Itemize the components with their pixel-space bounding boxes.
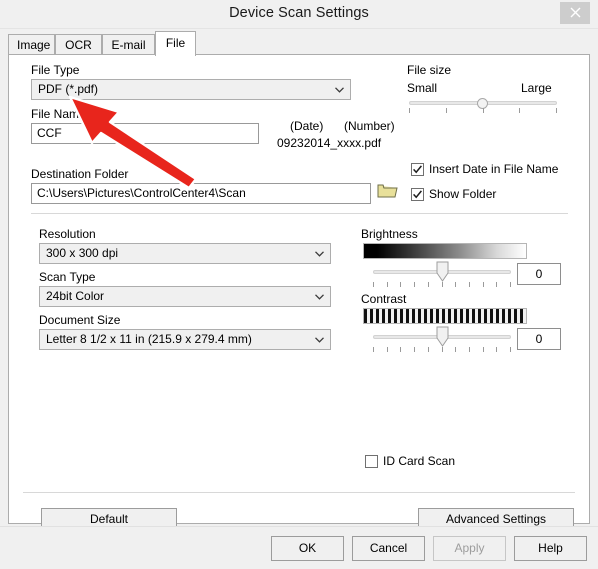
chevron-down-icon bbox=[315, 244, 324, 263]
slider-tick bbox=[556, 108, 557, 113]
close-glyph bbox=[570, 7, 580, 18]
file-type-combo[interactable]: PDF (*.pdf) bbox=[31, 79, 351, 100]
slider-tick bbox=[455, 347, 456, 352]
show-folder-label: Show Folder bbox=[429, 187, 497, 201]
slider-tick bbox=[428, 347, 429, 352]
slider-tick bbox=[428, 282, 429, 287]
slider-tick bbox=[387, 347, 388, 352]
slider-tick bbox=[510, 282, 511, 287]
checkbox-box bbox=[411, 162, 424, 176]
folder-icon[interactable] bbox=[377, 181, 398, 203]
settings-panel: File Type PDF (*.pdf) File Name CCF (Dat… bbox=[8, 54, 590, 531]
slider-tick bbox=[387, 282, 388, 287]
insert-date-label: Insert Date in File Name bbox=[429, 162, 559, 176]
resolution-value: 300 x 300 dpi bbox=[46, 246, 119, 260]
show-folder-checkbox[interactable]: Show Folder bbox=[411, 187, 496, 201]
tab-email[interactable]: E-mail bbox=[102, 34, 155, 55]
slider-tick bbox=[496, 347, 497, 352]
file-size-label: File size bbox=[407, 63, 452, 77]
scan-type-value: 24bit Color bbox=[46, 289, 105, 303]
number-token-label: (Number) bbox=[344, 119, 395, 133]
check-icon bbox=[413, 189, 422, 198]
device-scan-settings-window: Device Scan Settings Image OCR E-mail Fi… bbox=[0, 0, 598, 569]
slider-thumb-glyph bbox=[436, 326, 449, 347]
file-name-input[interactable]: CCF bbox=[31, 123, 259, 144]
insert-date-checkbox[interactable]: Insert Date in File Name bbox=[411, 162, 558, 176]
brightness-slider-thumb[interactable] bbox=[436, 261, 449, 282]
destination-folder-label: Destination Folder bbox=[31, 167, 129, 181]
slider-tick bbox=[373, 282, 374, 287]
section-divider-top bbox=[31, 213, 568, 214]
brightness-label: Brightness bbox=[361, 227, 418, 241]
cancel-button[interactable]: Cancel bbox=[352, 536, 425, 561]
slider-tick bbox=[400, 282, 401, 287]
slider-tick bbox=[455, 282, 456, 287]
contrast-label: Contrast bbox=[361, 292, 407, 306]
file-type-value: PDF (*.pdf) bbox=[38, 82, 99, 96]
slider-tick bbox=[414, 347, 415, 352]
resolution-combo[interactable]: 300 x 300 dpi bbox=[39, 243, 331, 264]
slider-tick bbox=[510, 347, 511, 352]
resolution-label: Resolution bbox=[39, 227, 96, 241]
sample-filename: 09232014_xxxx.pdf bbox=[277, 136, 382, 150]
help-button[interactable]: Help bbox=[514, 536, 587, 561]
window-titlebar: Device Scan Settings bbox=[0, 0, 598, 29]
destination-folder-input[interactable]: C:\Users\Pictures\ControlCenter4\Scan bbox=[31, 183, 371, 204]
slider-tick bbox=[414, 282, 415, 287]
brightness-gradient-bar bbox=[363, 243, 527, 259]
folder-glyph bbox=[377, 184, 398, 198]
scan-type-label: Scan Type bbox=[39, 270, 96, 284]
apply-button: Apply bbox=[433, 536, 506, 561]
date-token-label: (Date) bbox=[290, 119, 324, 133]
check-icon bbox=[413, 164, 422, 173]
tab-file[interactable]: File bbox=[155, 31, 196, 56]
slider-tick bbox=[442, 282, 443, 287]
slider-tick bbox=[400, 347, 401, 352]
file-size-max-label: Large bbox=[521, 81, 552, 95]
brightness-value[interactable]: 0 bbox=[517, 263, 561, 285]
slider-tick bbox=[446, 108, 447, 113]
tab-bar: Image OCR E-mail File bbox=[8, 31, 590, 56]
file-size-slider-ticks bbox=[409, 108, 557, 114]
scan-type-combo[interactable]: 24bit Color bbox=[39, 286, 331, 307]
document-size-label: Document Size bbox=[39, 313, 121, 327]
slider-tick bbox=[469, 347, 470, 352]
id-card-scan-label: ID Card Scan bbox=[383, 454, 456, 468]
contrast-slider-ticks bbox=[373, 347, 511, 353]
ok-button[interactable]: OK bbox=[271, 536, 344, 561]
id-card-scan-checkbox[interactable]: ID Card Scan bbox=[365, 454, 455, 468]
slider-tick bbox=[442, 347, 443, 352]
slider-thumb-glyph bbox=[436, 261, 449, 282]
slider-tick bbox=[483, 282, 484, 287]
file-type-label: File Type bbox=[31, 63, 80, 77]
dialog-footer: OK Cancel Apply Help bbox=[0, 526, 598, 569]
contrast-pattern-bar bbox=[363, 308, 527, 324]
chevron-down-icon bbox=[315, 330, 324, 349]
slider-tick bbox=[483, 347, 484, 352]
brightness-slider-ticks bbox=[373, 282, 511, 288]
close-icon[interactable] bbox=[560, 2, 590, 24]
slider-tick bbox=[519, 108, 520, 113]
file-name-label: File Name bbox=[31, 107, 86, 121]
tab-ocr[interactable]: OCR bbox=[55, 34, 102, 55]
slider-tick bbox=[496, 282, 497, 287]
contrast-value[interactable]: 0 bbox=[517, 328, 561, 350]
file-size-min-label: Small bbox=[407, 81, 438, 95]
document-size-value: Letter 8 1/2 x 11 in (215.9 x 279.4 mm) bbox=[46, 332, 252, 346]
slider-tick bbox=[409, 108, 410, 113]
checkbox-box bbox=[411, 187, 424, 201]
chevron-down-icon bbox=[335, 80, 344, 99]
document-size-combo[interactable]: Letter 8 1/2 x 11 in (215.9 x 279.4 mm) bbox=[39, 329, 331, 350]
window-title: Device Scan Settings bbox=[229, 5, 369, 21]
slider-tick bbox=[483, 108, 484, 113]
tab-image[interactable]: Image bbox=[8, 34, 55, 55]
checkbox-box bbox=[365, 454, 378, 468]
slider-tick bbox=[373, 347, 374, 352]
section-divider-bottom bbox=[23, 492, 575, 493]
slider-tick bbox=[469, 282, 470, 287]
chevron-down-icon bbox=[315, 287, 324, 306]
contrast-slider-thumb[interactable] bbox=[436, 326, 449, 347]
